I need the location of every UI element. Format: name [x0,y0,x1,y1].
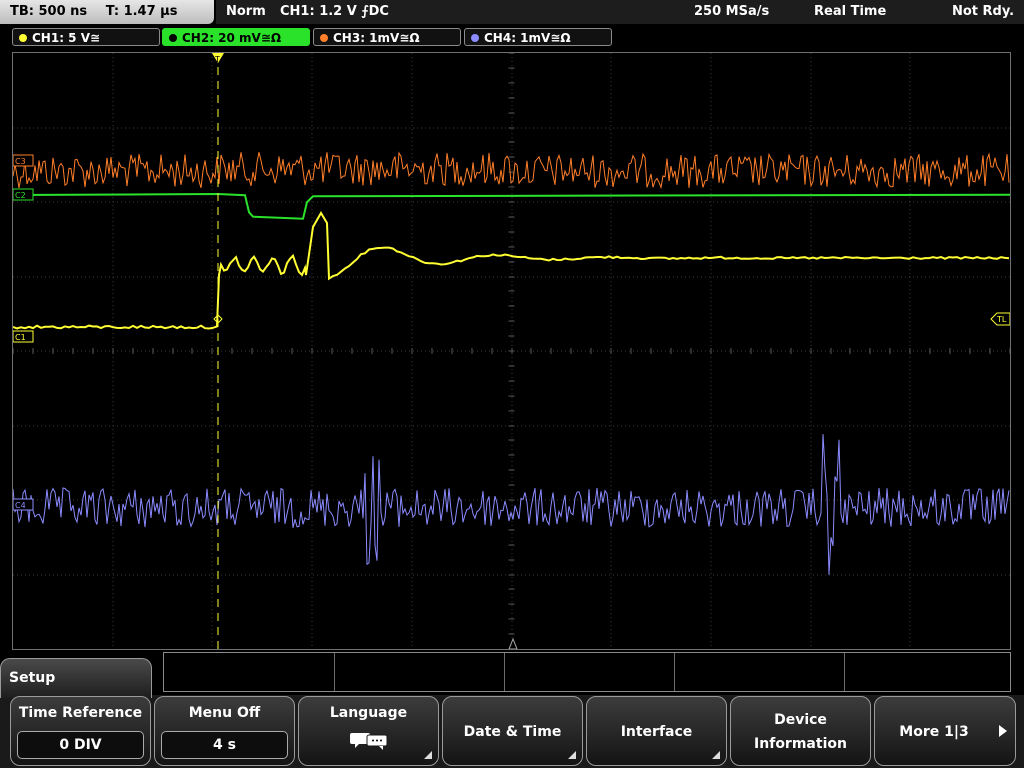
language-softkey[interactable]: Language [298,696,439,766]
submenu-indicator [712,751,720,759]
ch4-offset-label: C4 [15,501,26,510]
more-softkey[interactable]: More 1|3 [874,696,1016,766]
hint-divider [504,653,505,691]
trigger-mode[interactable]: Norm [226,0,266,24]
trigger-position-label: T [214,55,220,64]
ch4-label: CH4: 1mV≅Ω [484,31,571,45]
channel-tab-ch3[interactable]: CH3: 1mV≅Ω [313,28,461,46]
submenu-indicator [568,751,576,759]
hint-divider [844,653,845,691]
acquisition-mode: Real Time [814,4,887,19]
trigger-setting[interactable]: CH1: 1.2 V ⨍DC [280,0,389,24]
time-reference-marker [508,637,518,649]
interface-label: Interface [620,724,693,740]
ch3-waveform [13,151,1010,190]
ch1-waveform [13,211,1010,330]
device-information-softkey[interactable]: Device Information [730,696,871,766]
language-label: Language [329,705,408,721]
time-reference-value: 0 DIV [17,731,144,759]
center-axes-ticks [13,53,1010,649]
hint-divider [334,653,335,691]
ch2-color-dot [169,34,177,42]
hint-divider [674,653,675,691]
date-time-softkey[interactable]: Date & Time [442,696,583,766]
time-reference-label: Time Reference [18,705,143,721]
timebase-readout: TB: 500 ns [10,4,88,19]
ch4-color-dot [471,34,479,42]
acquisition-status: Not Rdy. [952,4,1015,19]
date-time-label: Date & Time [463,724,562,740]
ch2-label: CH2: 20 mV≅Ω [182,31,282,45]
waveform-display[interactable]: C3 C2 C1 C4 TL T [12,52,1011,650]
menu-title: Setup [9,670,56,686]
menu-off-value: 4 s [161,731,288,759]
ch1-label: CH1: 5 V≅ [32,31,101,45]
ch3-color-dot [320,34,328,42]
next-page-arrow-icon [999,725,1007,737]
menu-off-label: Menu Off [188,705,261,721]
time-reference-softkey[interactable]: Time Reference 0 DIV [10,696,151,766]
status-bar: Norm CH1: 1.2 V ⨍DC 250 MSa/s Real Time … [216,0,1024,24]
ch1-offset-label: C1 [15,333,26,342]
interface-softkey[interactable]: Interface [586,696,727,766]
ch1-color-dot [19,34,27,42]
trigger-time-readout: T: 1.47 µs [105,4,178,19]
more-label: More 1|3 [899,724,969,740]
device-information-line1: Device [774,712,827,728]
graticule: C3 C2 C1 C4 TL T [13,53,1010,649]
device-information-line2: Information [754,736,847,752]
channel-tab-ch4[interactable]: CH4: 1mV≅Ω [464,28,612,46]
ch2-offset-label: C2 [15,191,26,200]
menu-off-softkey[interactable]: Menu Off 4 s [154,696,295,766]
channel-tab-ch2[interactable]: CH2: 20 mV≅Ω [162,28,310,46]
ch3-offset-label: C3 [15,157,26,166]
trigger-level-label: TL [996,315,1007,324]
speech-bubble-icon [350,733,388,750]
channel-tab-ch1[interactable]: CH1: 5 V≅ [12,28,160,46]
submenu-indicator [424,751,432,759]
softkey-hint-strip [163,652,1011,692]
ch3-label: CH3: 1mV≅Ω [333,31,420,45]
timebase-box[interactable]: TB: 500 ns T: 1.47 µs [0,0,214,24]
sample-rate: 250 MSa/s [694,4,770,19]
menu-title-tab: Setup [0,658,152,698]
